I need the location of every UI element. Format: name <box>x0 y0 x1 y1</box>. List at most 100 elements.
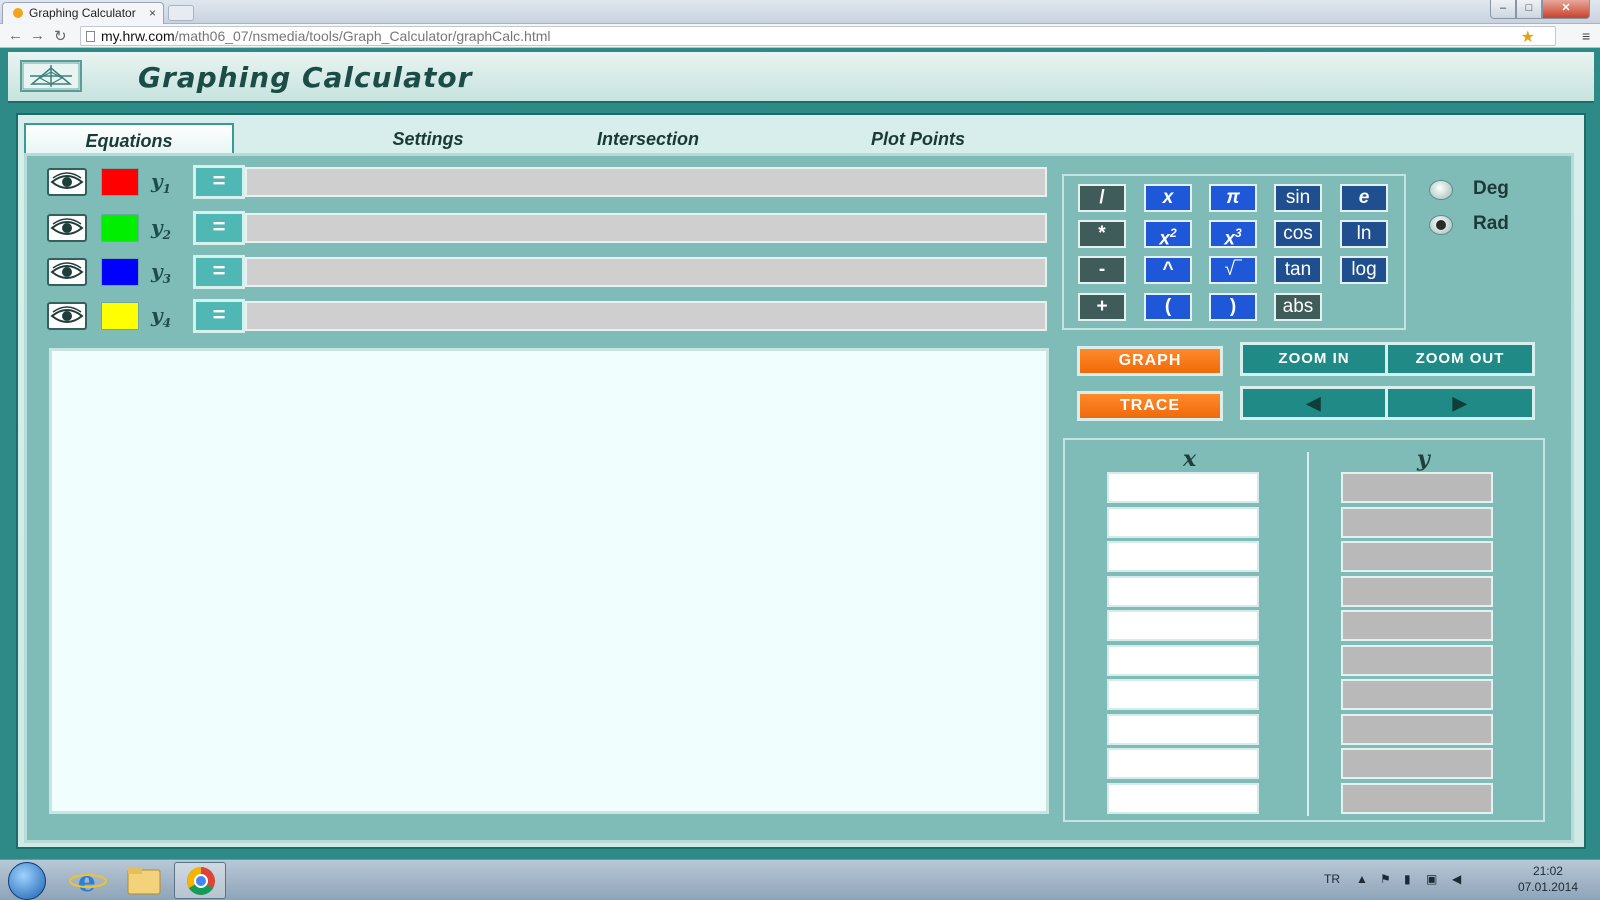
tab-equations[interactable]: Equations <box>24 123 234 155</box>
equation-label-sub: 2 <box>162 228 171 242</box>
language-indicator[interactable]: TR <box>1324 872 1340 886</box>
color-swatch[interactable] <box>101 302 139 330</box>
color-swatch[interactable] <box>101 258 139 286</box>
log-key[interactable]: log <box>1340 256 1388 284</box>
equation-label: y3 <box>151 259 171 286</box>
ie-icon[interactable]: e <box>62 862 114 899</box>
x-value-cell[interactable] <box>1107 782 1259 814</box>
graph-canvas[interactable] <box>49 348 1049 814</box>
x-value-cell[interactable] <box>1107 679 1259 710</box>
zoom-out-button[interactable]: ZOOM OUT <box>1385 342 1535 376</box>
forward-icon[interactable]: → <box>30 27 45 44</box>
cos-key[interactable]: cos <box>1274 220 1322 248</box>
zoom-in-button[interactable]: ZOOM IN <box>1240 342 1388 376</box>
equation-input[interactable] <box>245 213 1047 243</box>
caret-key[interactable]: ^ <box>1144 256 1192 284</box>
x-value-cell[interactable] <box>1107 713 1259 745</box>
bookmark-star-icon[interactable]: ★ <box>1521 27 1535 47</box>
equals-button[interactable]: = <box>193 211 245 245</box>
sqrt-key[interactable]: √‾ <box>1209 256 1257 284</box>
rad-radio[interactable]: Rad <box>1427 211 1557 239</box>
x-value-cell[interactable] <box>1107 472 1259 503</box>
browser-tab[interactable]: Graphing Calculator × <box>2 2 164 24</box>
new-tab-button[interactable] <box>168 5 194 21</box>
action-center-flag-icon[interactable]: ⚑ <box>1380 872 1391 886</box>
function-keypad: / x π sin e * x2 x3 cos ln - ^ √‾ tan lo… <box>1062 174 1406 330</box>
left-paren-key[interactable]: ( <box>1144 293 1192 321</box>
calculator-logo-icon <box>20 60 82 92</box>
explorer-folder-icon[interactable] <box>118 862 170 899</box>
visibility-eye-icon[interactable] <box>47 214 87 242</box>
sin-key[interactable]: sin <box>1274 184 1322 212</box>
trace-table: x y <box>1063 438 1545 822</box>
tray-expand-icon[interactable]: ▲ <box>1356 872 1368 886</box>
network-icon[interactable]: ▣ <box>1426 872 1437 886</box>
x-key[interactable]: x <box>1144 184 1192 212</box>
x-cubed-key[interactable]: x3 <box>1209 220 1257 249</box>
battery-icon[interactable]: ▮ <box>1404 872 1411 886</box>
reload-icon[interactable]: ↻ <box>54 27 67 45</box>
deg-radio-circle[interactable] <box>1429 180 1453 200</box>
x-value-cell[interactable] <box>1107 541 1259 572</box>
windows-taskbar: e TR ▲ ⚑ ▮ ▣ ◀ 21:02 07.01.2014 <box>0 859 1600 900</box>
color-swatch[interactable] <box>101 168 139 196</box>
rad-radio-circle[interactable] <box>1429 215 1453 235</box>
deg-radio[interactable]: Deg <box>1427 176 1557 204</box>
equation-label-y: y <box>151 169 163 193</box>
equals-button[interactable]: = <box>193 299 245 333</box>
back-icon[interactable]: ← <box>8 27 23 44</box>
maximize-button[interactable]: □ <box>1516 0 1542 19</box>
trace-right-button[interactable]: ▶ <box>1385 386 1535 420</box>
visibility-eye-icon[interactable] <box>47 302 87 330</box>
close-window-button[interactable]: ✕ <box>1542 0 1590 19</box>
start-button-icon[interactable] <box>8 862 46 900</box>
y-value-cell <box>1341 748 1493 779</box>
pi-key[interactable]: π <box>1209 184 1257 212</box>
equals-button[interactable]: = <box>193 165 245 199</box>
favicon-icon <box>13 8 23 18</box>
plus-key[interactable]: + <box>1078 293 1126 321</box>
visibility-eye-icon[interactable] <box>47 168 87 196</box>
ln-key[interactable]: ln <box>1340 220 1388 248</box>
x-value-cell[interactable] <box>1107 644 1259 676</box>
equation-label: y2 <box>151 215 171 242</box>
tan-key[interactable]: tan <box>1274 256 1322 284</box>
visibility-eye-icon[interactable] <box>47 258 87 286</box>
tab-intersection[interactable]: Intersection <box>568 123 728 155</box>
chrome-icon[interactable] <box>174 862 226 899</box>
rad-label: Rad <box>1473 213 1509 234</box>
tab-plot-points[interactable]: Plot Points <box>838 123 998 155</box>
trace-left-button[interactable]: ◀ <box>1240 386 1388 420</box>
equation-row: y1 = <box>39 164 1049 200</box>
url-host: my.hrw.com <box>101 28 175 44</box>
abs-key[interactable]: abs <box>1274 293 1322 321</box>
minus-key[interactable]: - <box>1078 256 1126 284</box>
x-squared-key[interactable]: x2 <box>1144 220 1192 249</box>
divide-key[interactable]: / <box>1078 184 1126 212</box>
url-input[interactable]: my.hrw.com/math06_07/nsmedia/tools/Graph… <box>80 26 1556 46</box>
x-value-cell[interactable] <box>1107 748 1259 779</box>
equation-input[interactable] <box>245 257 1047 287</box>
equation-input[interactable] <box>245 301 1047 331</box>
system-clock[interactable]: 21:02 07.01.2014 <box>1518 863 1578 895</box>
equation-label: y4 <box>151 303 171 330</box>
tab-settings[interactable]: Settings <box>348 123 508 155</box>
equation-label-sub: 1 <box>162 182 171 196</box>
x-value-cell[interactable] <box>1107 610 1259 641</box>
multiply-key[interactable]: * <box>1078 220 1126 248</box>
x-squared-exp: 2 <box>1169 226 1177 240</box>
volume-icon[interactable]: ◀ <box>1452 872 1461 886</box>
e-key[interactable]: e <box>1340 184 1388 212</box>
minimize-button[interactable]: – <box>1490 0 1516 19</box>
calculator-app: Graphing Calculator Equations Settings I… <box>0 49 1600 859</box>
x-value-cell[interactable] <box>1107 506 1259 538</box>
equals-button[interactable]: = <box>193 255 245 289</box>
trace-button[interactable]: TRACE <box>1077 391 1223 421</box>
x-value-cell[interactable] <box>1107 575 1259 607</box>
equation-input[interactable] <box>245 167 1047 197</box>
tab-close-icon[interactable]: × <box>149 6 156 20</box>
color-swatch[interactable] <box>101 214 139 242</box>
graph-button[interactable]: GRAPH <box>1077 346 1223 376</box>
browser-menu-icon[interactable]: ≡ <box>1582 28 1590 44</box>
right-paren-key[interactable]: ) <box>1209 293 1257 321</box>
